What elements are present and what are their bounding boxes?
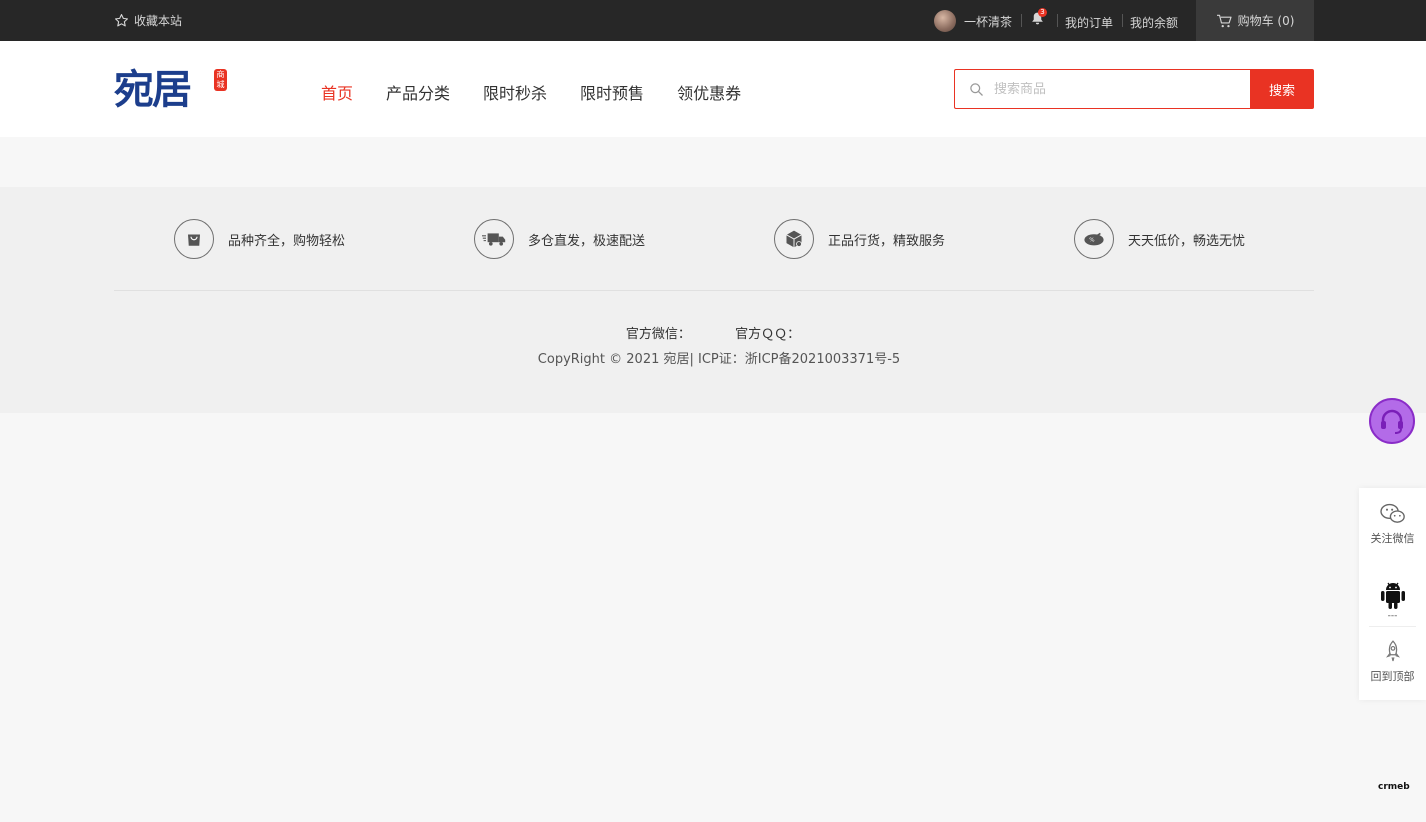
header: 宛居 商城 首页 产品分类 限时秒杀 限时预售 领优惠券 搜索	[0, 41, 1426, 137]
price-tag-icon: %	[1074, 219, 1114, 259]
footer: 品种齐全，购物轻松 多仓直发，极速配送 正品行货，精致服务 % 天天低价，畅选无…	[0, 187, 1426, 413]
copyright: CopyRight © 2021 宛居| ICP证：浙ICP备202100337…	[537, 352, 901, 367]
user-menu[interactable]: 一杯清茶	[934, 10, 1012, 32]
nav-item-flash-sale[interactable]: 限时秒杀	[483, 80, 547, 104]
my-balance-link[interactable]: 我的余额	[1130, 14, 1178, 31]
nav-item-categories[interactable]: 产品分类	[386, 80, 450, 104]
cart-label: 购物车 (0)	[1237, 14, 1295, 28]
wechat-label: 官方微信：	[625, 327, 691, 342]
shopping-bag-icon	[174, 219, 214, 259]
customer-service-button[interactable]	[1369, 398, 1415, 444]
back-to-top-button[interactable]: 回到顶部	[1359, 640, 1426, 684]
feature-list: 品种齐全，购物轻松 多仓直发，极速配送 正品行货，精致服务 % 天天低价，畅选无…	[174, 219, 1374, 259]
username: 一杯清茶	[964, 14, 1013, 29]
qq-label: 官方ＱＱ：	[735, 327, 801, 342]
main-nav: 首页 产品分类 限时秒杀 限时预售 领优惠券	[321, 80, 741, 104]
feature-item: 正品行货，精致服务	[774, 219, 1074, 259]
search-icon	[970, 82, 983, 96]
divider	[1122, 14, 1123, 27]
package-icon	[774, 219, 814, 259]
divider	[1057, 14, 1058, 27]
contact-info: 官方微信： 官方ＱＱ：	[0, 323, 1426, 342]
logo-text: 宛居	[114, 66, 192, 113]
search-input[interactable]	[994, 81, 1234, 97]
favorite-label: 收藏本站	[134, 14, 183, 28]
search-box	[954, 69, 1250, 109]
footer-divider	[114, 290, 1314, 291]
headset-icon	[1381, 409, 1403, 434]
feature-item: 多仓直发，极速配送	[474, 219, 774, 259]
nav-item-coupons[interactable]: 领优惠券	[677, 80, 741, 104]
nav-item-presale[interactable]: 限时预售	[580, 80, 644, 104]
feature-item: 品种齐全，购物轻松	[174, 219, 474, 259]
favorite-site-link[interactable]: 收藏本站	[114, 12, 182, 29]
cart-button[interactable]: 购物车 (0)	[1196, 0, 1314, 41]
avatar	[934, 10, 956, 32]
notification-button[interactable]: 3	[1031, 8, 1047, 29]
android-app-button[interactable]	[1359, 580, 1426, 614]
sidebar-divider	[1369, 626, 1416, 627]
logo[interactable]: 宛居 商城	[114, 67, 229, 113]
feature-label: 天天低价，畅选无忧	[1128, 233, 1246, 249]
search-bar: 搜索	[954, 69, 1314, 109]
search-button[interactable]: 搜索	[1250, 69, 1314, 109]
star-icon	[115, 14, 128, 27]
wechat-icon	[1379, 503, 1405, 523]
svg-text:%: %	[1089, 237, 1094, 243]
follow-wechat-label: 关注微信	[1370, 532, 1415, 545]
android-icon	[1380, 582, 1405, 609]
logo-seal: 商城	[214, 69, 227, 91]
notification-count: 3	[1038, 8, 1047, 17]
back-to-top-label: 回到顶部	[1370, 670, 1415, 683]
crmeb-badge: crmeb	[1378, 782, 1410, 792]
follow-wechat-button[interactable]: 关注微信	[1359, 502, 1426, 546]
delivery-truck-icon	[474, 219, 514, 259]
my-orders-link[interactable]: 我的订单	[1065, 14, 1113, 31]
feature-label: 品种齐全，购物轻松	[228, 233, 346, 249]
feature-item: % 天天低价，畅选无忧	[1074, 219, 1374, 259]
rocket-icon	[1385, 640, 1400, 662]
right-sidebar: 关注微信 --- 回到顶部	[1359, 488, 1426, 700]
top-bar: 收藏本站 一杯清茶 3 我的订单 我的余额 购物车 (0)	[0, 0, 1426, 41]
divider	[1021, 14, 1022, 27]
cart-icon	[1216, 14, 1232, 27]
feature-label: 正品行货，精致服务	[828, 233, 946, 249]
nav-item-home[interactable]: 首页	[321, 80, 353, 104]
android-label: ---	[1387, 611, 1398, 621]
feature-label: 多仓直发，极速配送	[528, 233, 646, 249]
